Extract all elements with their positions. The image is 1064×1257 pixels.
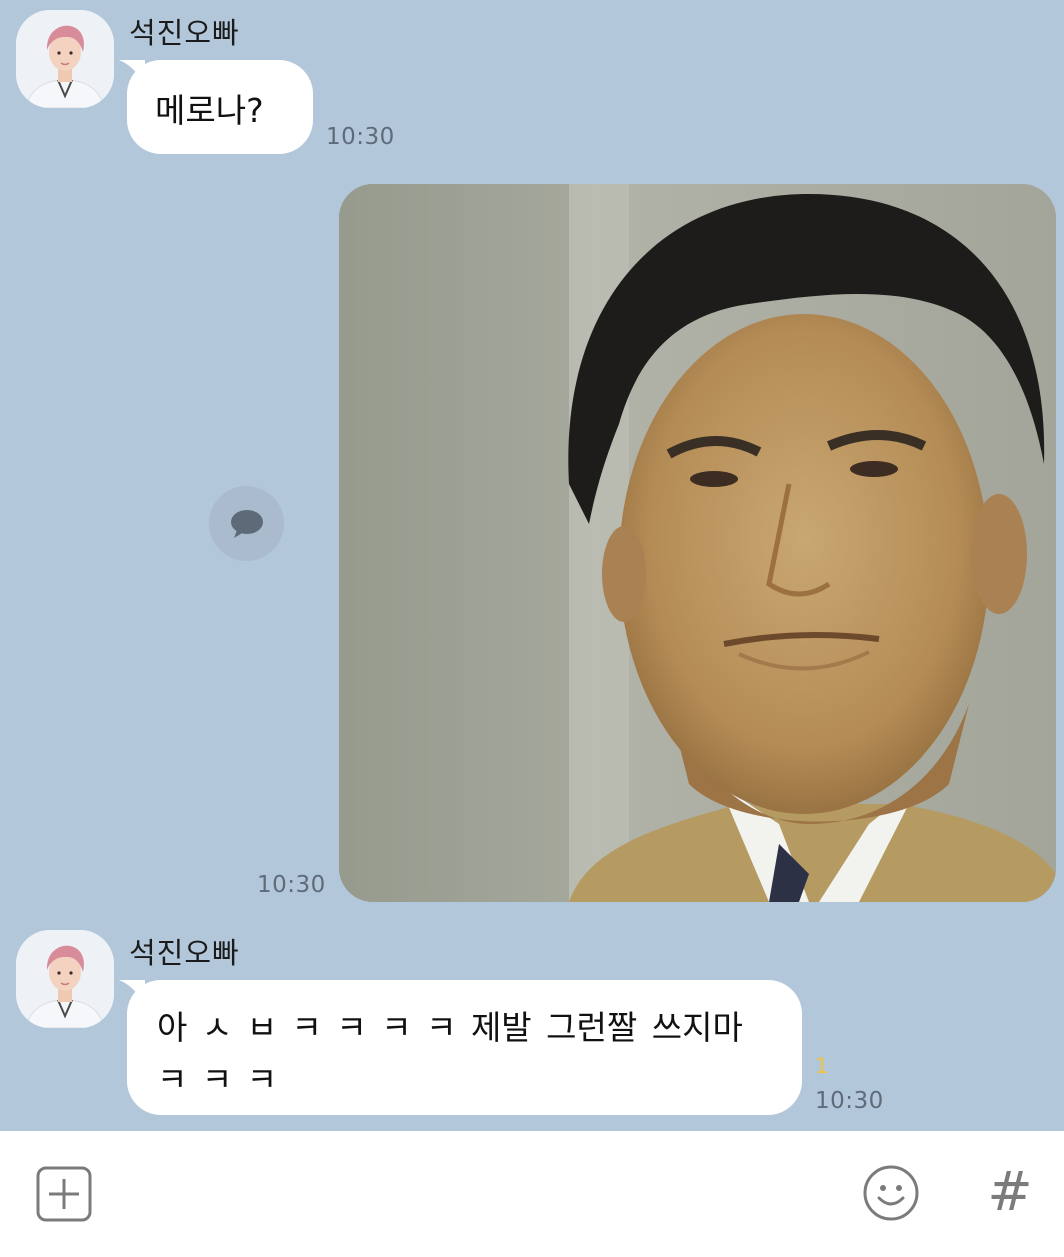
emoji-button[interactable] xyxy=(862,1164,920,1222)
profile-photo-avatar xyxy=(16,10,114,108)
profile-photo-avatar xyxy=(16,930,114,1028)
sender-avatar[interactable] xyxy=(16,10,114,108)
message-text: 메로나? xyxy=(155,91,264,130)
hash-button[interactable]: # xyxy=(984,1160,1036,1224)
share-button[interactable] xyxy=(209,486,284,561)
message-bubble[interactable]: 메로나? xyxy=(119,60,313,154)
plus-square-icon xyxy=(36,1166,92,1222)
speech-bubble-icon xyxy=(230,509,263,538)
image-time: 10:30 xyxy=(257,872,326,898)
smiley-icon xyxy=(863,1165,919,1221)
sender-name: 석진오빠 xyxy=(129,16,240,50)
message-time: 10:30 xyxy=(326,124,395,150)
sender-name: 석진오빠 xyxy=(129,936,240,970)
bubble-tail xyxy=(119,60,145,84)
attach-button[interactable] xyxy=(36,1166,92,1222)
bubble-tail xyxy=(119,980,145,1004)
message-text: 아 ㅅ ㅂ ㅋ ㅋ ㅋ ㅋ 제발 그런짤 쓰지마 ㅋ ㅋ ㅋ xyxy=(157,1008,743,1099)
photo-image xyxy=(339,184,1056,902)
message-bubble[interactable]: 아 ㅅ ㅂ ㅋ ㅋ ㅋ ㅋ 제발 그런짤 쓰지마 ㅋ ㅋ ㅋ xyxy=(119,980,802,1115)
sender-avatar[interactable] xyxy=(16,930,114,1028)
photo-message[interactable] xyxy=(339,184,1056,902)
chat-area[interactable]: 석진오빠 메로나? 10:30 10:30 석진오빠 아 ㅅ ㅂ ㅋ ㅋ ㅋ ㅋ… xyxy=(0,0,1064,1131)
unread-count: 1 xyxy=(815,1054,829,1078)
message-time: 10:30 xyxy=(815,1088,884,1114)
